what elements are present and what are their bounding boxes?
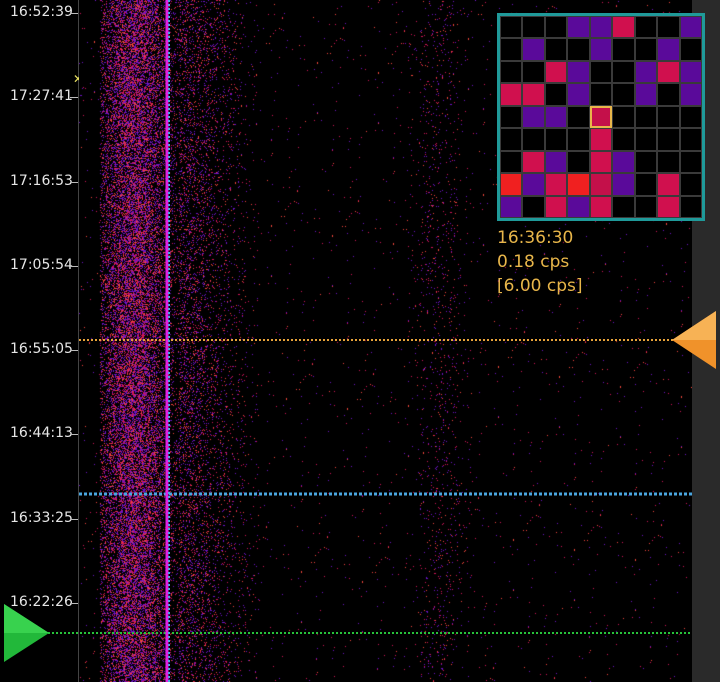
mini-map-cell[interactable]	[657, 60, 680, 84]
mini-map-cell[interactable]	[567, 16, 590, 39]
mini-map-cell[interactable]	[679, 16, 702, 39]
mini-map-cell[interactable]	[612, 128, 635, 151]
mini-map-cell[interactable]	[567, 195, 590, 218]
mini-map-cell[interactable]	[589, 150, 613, 174]
mini-map-cell[interactable]	[679, 128, 702, 151]
mini-map-cell[interactable]	[634, 195, 658, 218]
mini-map-cell[interactable]	[544, 83, 568, 106]
mini-map-cell[interactable]	[544, 16, 568, 39]
mini-map-cell[interactable]	[567, 173, 590, 196]
mini-map-cell[interactable]	[544, 105, 568, 129]
mini-map-cell[interactable]	[679, 60, 702, 84]
mini-map-cell[interactable]	[589, 128, 613, 151]
mini-map-cell[interactable]	[522, 150, 545, 174]
mini-map-cell[interactable]	[634, 173, 658, 196]
mini-map-cell[interactable]	[612, 83, 635, 106]
mini-map-cell[interactable]	[522, 105, 545, 129]
mini-map-cell[interactable]	[679, 83, 702, 106]
mini-map-cell[interactable]	[567, 128, 590, 151]
mini-map-cell[interactable]	[612, 60, 635, 84]
mini-map-cell[interactable]	[522, 38, 545, 61]
mini-map-cell[interactable]	[544, 128, 568, 151]
mini-map-cell[interactable]	[612, 105, 635, 129]
mini-map-cell[interactable]	[657, 128, 680, 151]
mini-map-cell[interactable]	[612, 195, 635, 218]
mini-map-cell[interactable]	[634, 83, 658, 106]
mini-map-cell[interactable]	[500, 150, 523, 174]
mini-map-cell[interactable]	[500, 173, 523, 196]
mini-map-cell[interactable]	[589, 195, 613, 218]
mini-map-cell[interactable]	[500, 60, 523, 84]
mini-map-cell[interactable]	[657, 83, 680, 106]
mini-map-cell[interactable]	[522, 60, 545, 84]
mini-map-cell[interactable]	[634, 150, 658, 174]
mini-map-cell[interactable]	[522, 83, 545, 106]
mini-map-cell[interactable]	[679, 173, 702, 196]
detector-mini-map[interactable]	[497, 13, 705, 221]
mini-map-cell[interactable]	[589, 38, 613, 61]
mini-map-cell[interactable]	[500, 83, 523, 106]
mini-map-cell[interactable]	[567, 60, 590, 84]
mini-map-cell[interactable]	[612, 150, 635, 174]
info-rate: 0.18 cps	[497, 252, 570, 272]
mini-map-cell[interactable]	[589, 105, 613, 129]
mini-map-cell[interactable]	[657, 16, 680, 39]
mini-map-cell[interactable]	[567, 150, 590, 174]
mini-map-cell[interactable]	[544, 60, 568, 84]
mini-map-cell[interactable]	[657, 38, 680, 61]
mini-map-cell[interactable]	[589, 83, 613, 106]
mini-map-cell[interactable]	[657, 195, 680, 218]
mini-map-cell[interactable]	[679, 150, 702, 174]
mini-map-cell[interactable]	[522, 16, 545, 39]
info-time: 16:36:30	[497, 228, 574, 248]
mini-map-cell[interactable]	[544, 173, 568, 196]
mini-map-cell[interactable]	[634, 128, 658, 151]
mini-map-cell[interactable]	[500, 16, 523, 39]
mini-map-cell[interactable]	[657, 150, 680, 174]
mini-map-cell[interactable]	[567, 83, 590, 106]
mini-map-cell[interactable]	[612, 173, 635, 196]
mini-map-cell[interactable]	[634, 105, 658, 129]
mini-map-cell[interactable]	[634, 16, 658, 39]
mini-map-cell[interactable]	[657, 173, 680, 196]
mini-map-cell[interactable]	[612, 38, 635, 61]
mini-map-cell[interactable]	[679, 105, 702, 129]
mini-map-cell[interactable]	[544, 150, 568, 174]
mini-map-cell[interactable]	[634, 60, 658, 84]
mini-map-cell[interactable]	[522, 128, 545, 151]
mini-map-cell[interactable]	[500, 38, 523, 61]
mini-map-cell[interactable]	[522, 195, 545, 218]
mini-map-cell[interactable]	[679, 38, 702, 61]
mini-map-cell[interactable]	[612, 16, 635, 39]
handle-highlight	[4, 604, 49, 633]
mini-map-cell[interactable]	[500, 128, 523, 151]
mini-map-cell[interactable]	[634, 38, 658, 61]
mini-map-cell[interactable]	[544, 38, 568, 61]
mini-map-cell[interactable]	[567, 38, 590, 61]
mini-map-cell[interactable]	[679, 195, 702, 218]
mini-map-cell[interactable]	[544, 195, 568, 218]
mini-map-cell[interactable]	[500, 105, 523, 129]
mini-map-cell[interactable]	[589, 173, 613, 196]
info-peak-rate: [6.00 cps]	[497, 276, 583, 296]
mini-map-cell[interactable]	[589, 60, 613, 84]
mini-map-cell[interactable]	[567, 105, 590, 129]
mini-map-cell[interactable]	[589, 16, 613, 39]
mini-map-cell[interactable]	[657, 105, 680, 129]
handle-highlight	[672, 311, 716, 340]
mini-map-cell[interactable]	[500, 195, 523, 218]
mini-map-cell[interactable]	[522, 173, 545, 196]
